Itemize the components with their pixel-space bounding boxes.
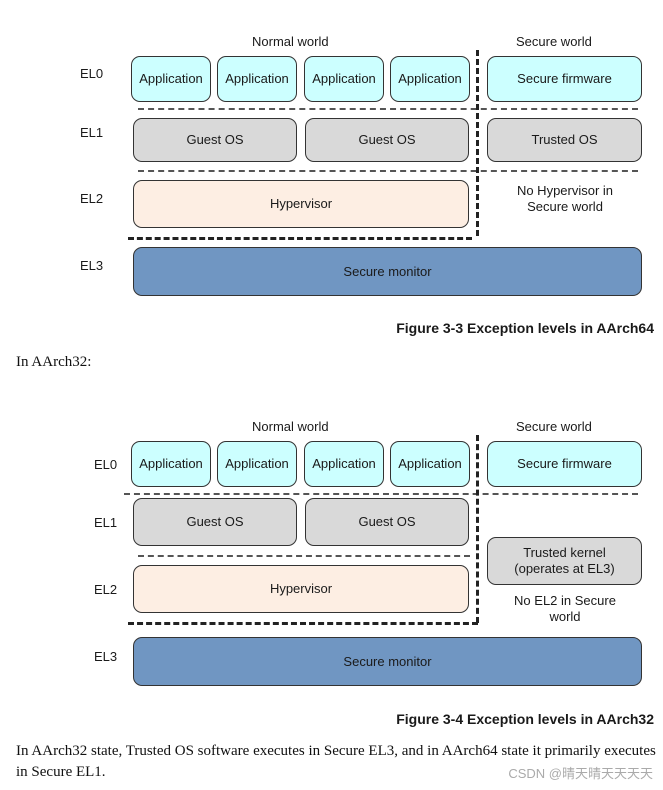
trusted-kernel-box: Trusted kernel (operates at EL3) <box>487 537 642 585</box>
figure-caption: Figure 3-4 Exception levels in AArch32 <box>396 711 654 727</box>
el1-el2-boundary <box>138 170 638 172</box>
el2-boundary <box>128 622 478 625</box>
secure-world-label: Secure world <box>516 34 592 49</box>
el1-el2-boundary <box>138 555 470 557</box>
normal-world-label: Normal world <box>252 34 329 49</box>
watermark: CSDN @晴天晴天天天天 <box>508 766 653 781</box>
level-label-el0: EL0 <box>94 457 118 472</box>
level-label-el2: EL2 <box>94 582 118 597</box>
intro-paragraph: In AArch32: <box>16 354 92 370</box>
level-label-el0: EL0 <box>80 66 104 81</box>
secure-world-label: Secure world <box>516 419 592 434</box>
normal-world-label: Normal world <box>252 419 329 434</box>
secure-monitor-box: Secure monitor <box>133 637 642 686</box>
no-hypervisor-note: No Hypervisor in Secure world <box>516 183 614 214</box>
no-el2-note: No EL2 in Secure world <box>514 593 616 624</box>
application-box: Application <box>390 56 470 102</box>
guest-os-box: Guest OS <box>305 118 469 162</box>
world-divider <box>476 50 479 236</box>
level-label-el3: EL3 <box>80 258 104 273</box>
level-label-el1: EL1 <box>80 125 104 140</box>
application-box: Application <box>217 441 297 487</box>
application-box: Application <box>304 441 384 487</box>
trusted-os-box: Trusted OS <box>487 118 642 162</box>
application-box: Application <box>131 56 211 102</box>
level-label-el3: EL3 <box>94 649 118 664</box>
hypervisor-box: Hypervisor <box>133 565 469 613</box>
application-box: Application <box>217 56 297 102</box>
secure-firmware-box: Secure firmware <box>487 56 642 102</box>
level-label-el2: EL2 <box>80 191 104 206</box>
application-box: Application <box>390 441 470 487</box>
level-label-el1: EL1 <box>94 515 118 530</box>
el0-el1-boundary <box>124 493 638 495</box>
guest-os-box: Guest OS <box>305 498 469 546</box>
application-box: Application <box>304 56 384 102</box>
hypervisor-box: Hypervisor <box>133 180 469 228</box>
guest-os-box: Guest OS <box>133 118 297 162</box>
figure-caption: Figure 3-3 Exception levels in AArch64 <box>396 320 654 336</box>
el0-el1-boundary <box>138 108 638 110</box>
secure-firmware-box: Secure firmware <box>487 441 642 487</box>
hypervisor-boundary <box>128 237 472 240</box>
world-divider <box>476 435 479 623</box>
guest-os-box: Guest OS <box>133 498 297 546</box>
application-box: Application <box>131 441 211 487</box>
secure-monitor-box: Secure monitor <box>133 247 642 296</box>
